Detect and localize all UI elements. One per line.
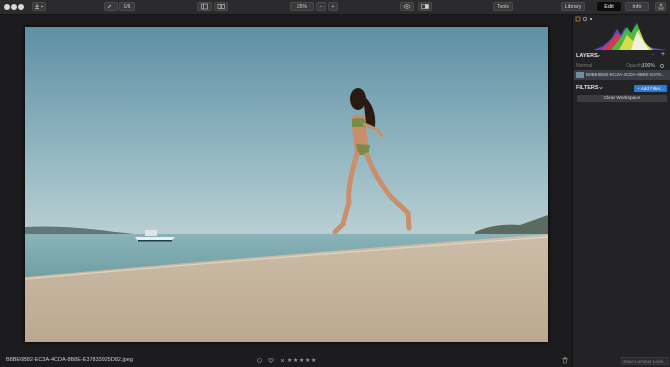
photo-preview[interactable] bbox=[25, 27, 548, 342]
tab-library[interactable]: Library bbox=[561, 2, 585, 11]
trash-icon[interactable] bbox=[561, 357, 569, 364]
histogram-graph bbox=[593, 23, 667, 50]
pencil-icon bbox=[107, 4, 112, 9]
flag-controls bbox=[257, 358, 285, 363]
blend-mode-select[interactable]: Normal bbox=[576, 63, 592, 69]
filters-title: FILTERS bbox=[576, 85, 599, 91]
view-mode-select[interactable]: 1/6 bbox=[119, 2, 135, 11]
tab-info[interactable]: Info bbox=[625, 2, 649, 11]
add-filter-label: + Add Filter... bbox=[637, 86, 664, 91]
beach-photo-image bbox=[25, 27, 548, 342]
tab-edit-label: Edit bbox=[604, 4, 614, 10]
zoom-in-button[interactable]: + bbox=[328, 2, 338, 11]
compare-icon bbox=[217, 4, 225, 9]
split-view-button[interactable] bbox=[418, 2, 432, 11]
layers-chevron-icon[interactable] bbox=[596, 54, 600, 58]
add-layer-button[interactable]: + bbox=[661, 51, 665, 58]
sidebar-icon bbox=[200, 3, 208, 10]
add-filter-button[interactable]: + Add Filter... bbox=[634, 85, 667, 92]
compare-button[interactable] bbox=[214, 2, 228, 11]
opacity-value[interactable]: 100% bbox=[642, 63, 655, 69]
share-icon bbox=[658, 3, 663, 10]
rating-star-4[interactable]: ★ bbox=[305, 357, 310, 364]
clear-workspace-button[interactable]: Clear Workspace bbox=[577, 95, 667, 102]
layer-name: B8BE6B82-EC3A-4CDA-8B8E-E378... bbox=[586, 72, 665, 77]
zoom-in-label: + bbox=[331, 4, 335, 10]
rating-star-2[interactable]: ★ bbox=[293, 357, 298, 364]
tab-edit[interactable]: Edit bbox=[597, 2, 621, 11]
save-look-label: Save Luminar Look... bbox=[623, 359, 667, 364]
zoom-select[interactable]: 25% bbox=[290, 2, 314, 11]
tab-info-label: Info bbox=[632, 4, 642, 10]
file-name: B8BE6B82-EC3A-4CDA-8B8E-E37833925D82.jpe… bbox=[6, 357, 133, 363]
sidebar-toggle-button[interactable] bbox=[197, 2, 212, 11]
rating-star-1[interactable]: ★ bbox=[287, 357, 292, 364]
color-label-icon bbox=[257, 358, 262, 363]
edit-tool-button[interactable] bbox=[104, 2, 118, 11]
top-toolbar: 1/6 25% − + Tools Library Edit Info bbox=[0, 0, 670, 15]
filters-chevron-icon[interactable] bbox=[599, 86, 603, 90]
rating-star-5[interactable]: ★ bbox=[311, 357, 316, 364]
split-view-icon bbox=[421, 4, 429, 9]
layer-row[interactable]: B8BE6B82-EC3A-4CDA-8B8E-E378... bbox=[574, 70, 670, 80]
remove-layer-button[interactable]: · bbox=[652, 52, 654, 58]
share-button[interactable] bbox=[655, 2, 666, 11]
clear-workspace-label: Clear Workspace bbox=[603, 96, 641, 101]
layer-thumbnail bbox=[576, 72, 584, 78]
eye-icon bbox=[403, 4, 411, 9]
tools-label: Tools bbox=[497, 4, 509, 10]
reject-icon bbox=[280, 358, 285, 363]
close-window-button[interactable] bbox=[4, 4, 10, 10]
layers-title: LAYERS bbox=[576, 53, 598, 59]
zoom-out-button[interactable]: − bbox=[316, 2, 326, 11]
view-mode-label: 1/6 bbox=[123, 4, 131, 10]
download-icon bbox=[35, 4, 44, 9]
zoom-out-label: − bbox=[319, 4, 323, 10]
edit-panel: LAYERS · + Normal Opacity: 100% B8BE6B82… bbox=[572, 15, 670, 367]
save-luminar-look-button[interactable]: Save Luminar Look... bbox=[621, 357, 669, 365]
zoom-value: 25% bbox=[296, 4, 307, 10]
import-button[interactable] bbox=[32, 2, 46, 11]
tab-library-label: Library bbox=[564, 4, 582, 10]
favorite-heart-icon bbox=[268, 358, 274, 363]
zoom-window-button[interactable] bbox=[18, 4, 24, 10]
layer-settings-icon[interactable] bbox=[659, 63, 667, 69]
tools-menu[interactable]: Tools bbox=[493, 2, 513, 11]
preview-button[interactable] bbox=[400, 2, 414, 11]
minimize-window-button[interactable] bbox=[11, 4, 17, 10]
rating-star-3[interactable]: ★ bbox=[299, 357, 304, 364]
